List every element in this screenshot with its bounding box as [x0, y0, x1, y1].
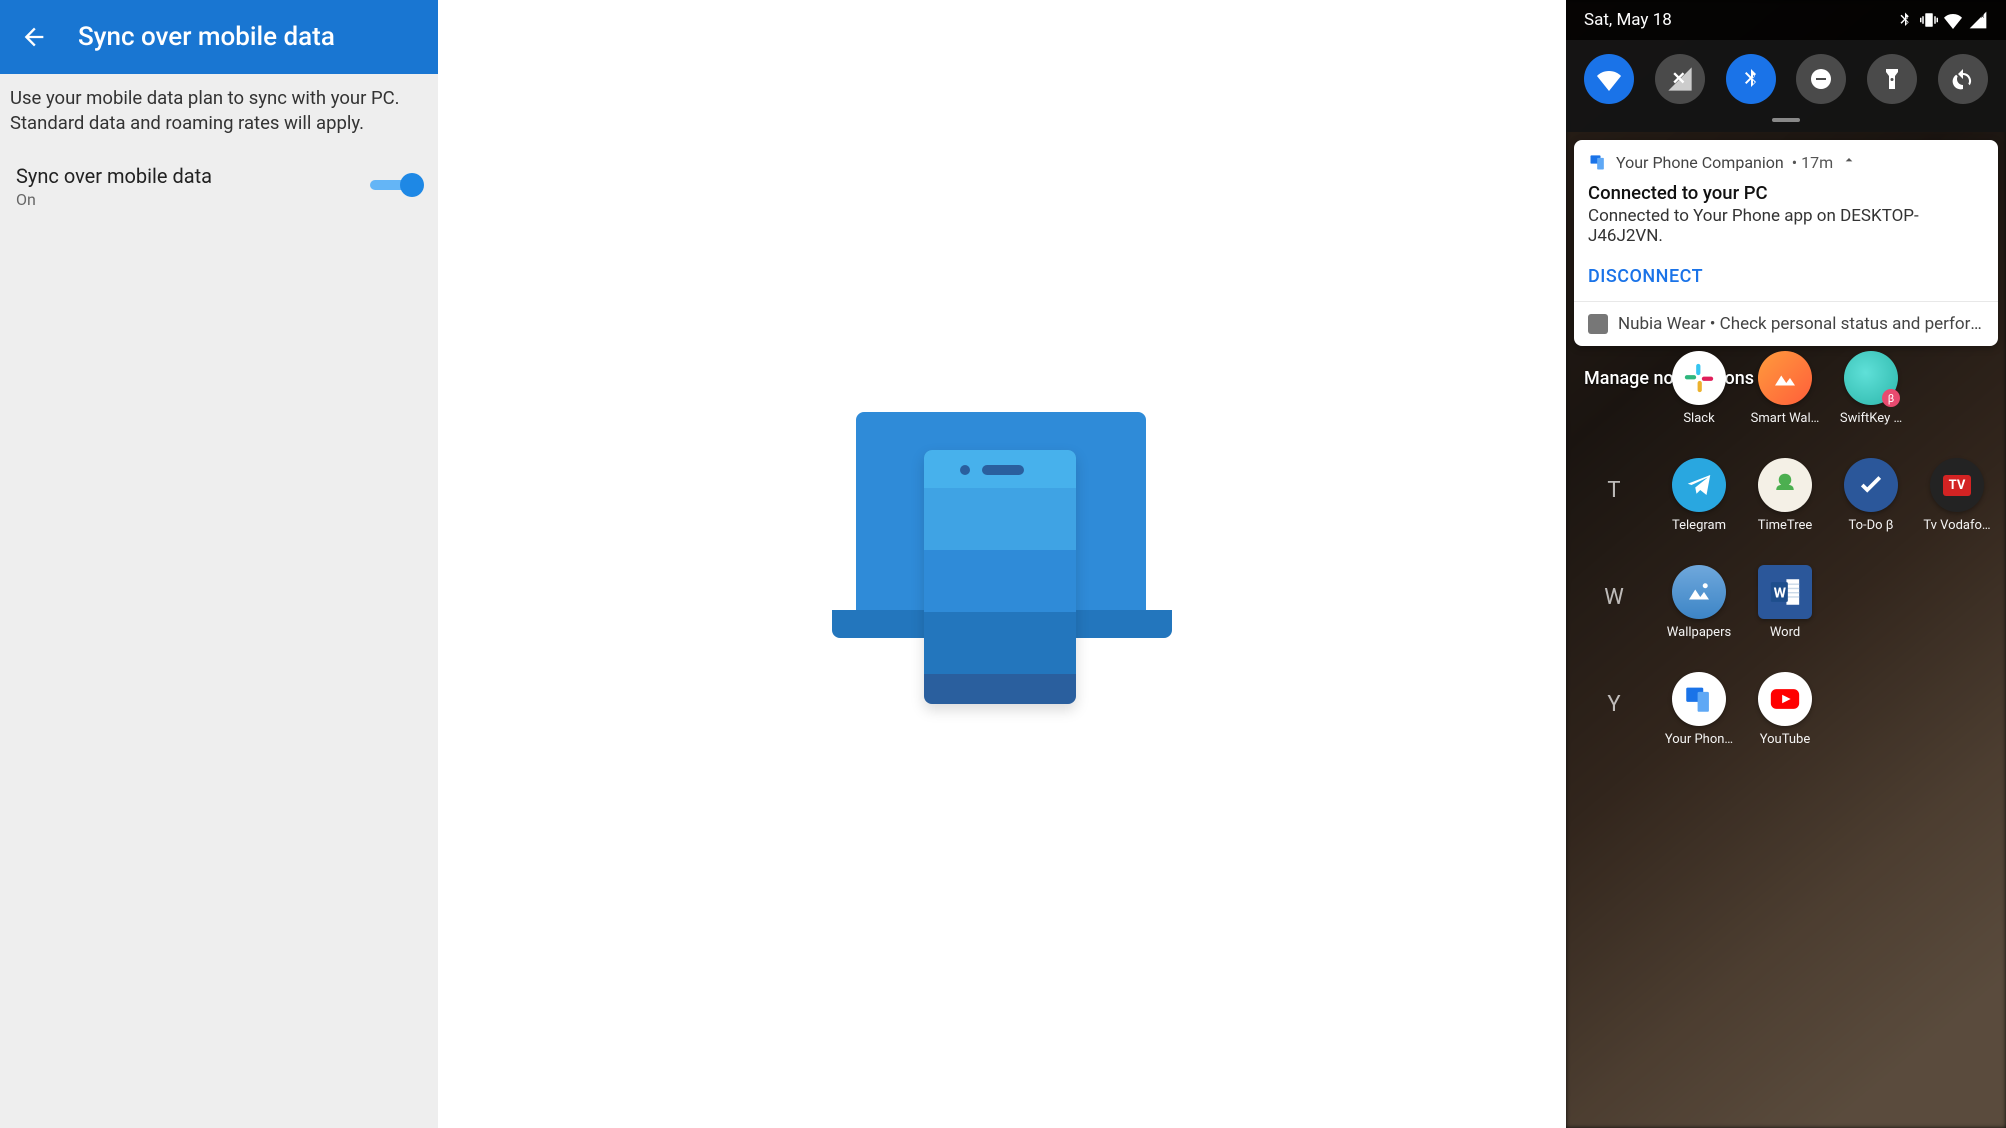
- app-label: YouTube: [1746, 732, 1824, 747]
- youtube-icon: [1758, 672, 1812, 726]
- section-letter: W: [1574, 565, 1654, 640]
- your-phone-icon: [1672, 672, 1726, 726]
- app-label: Your Phon…: [1660, 732, 1738, 747]
- app-todo[interactable]: To-Do β: [1832, 458, 1910, 533]
- bluetooth-icon: [1739, 67, 1763, 91]
- notification-shade: Sat, May 18 ×: [1566, 0, 2006, 1128]
- settings-panel: Sync over mobile data Use your mobile da…: [0, 0, 438, 1128]
- app-slack[interactable]: Slack: [1660, 351, 1738, 426]
- svg-text:×: ×: [1981, 11, 1985, 20]
- app-word[interactable]: W Word: [1746, 565, 1824, 640]
- nubia-wear-icon: [1588, 314, 1608, 334]
- wallpapers-icon: [1672, 565, 1726, 619]
- app-label: Wallpapers: [1660, 625, 1738, 640]
- back-button[interactable]: [16, 19, 52, 55]
- qs-dnd[interactable]: [1796, 54, 1846, 104]
- section-letter: [1574, 351, 1654, 426]
- hero-area: [438, 0, 1566, 1128]
- wifi-icon: [1597, 67, 1621, 91]
- app-label: SwiftKey …: [1832, 411, 1910, 426]
- app-timetree[interactable]: TimeTree: [1746, 458, 1824, 533]
- page-title: Sync over mobile data: [78, 22, 335, 52]
- notification-time: 17m: [1792, 153, 1833, 172]
- todo-icon: [1844, 458, 1898, 512]
- app-youtube[interactable]: YouTube: [1746, 672, 1824, 747]
- rotate-icon: [1951, 67, 1975, 91]
- section-letter: T: [1574, 458, 1654, 533]
- qs-bluetooth[interactable]: [1726, 54, 1776, 104]
- app-drawer[interactable]: Slack Smart Wal… SwiftKey … T Telegram: [1566, 351, 2006, 759]
- qs-expand-handle[interactable]: [1772, 118, 1800, 122]
- flashlight-icon: [1880, 67, 1904, 91]
- vibrate-icon: [1920, 11, 1938, 29]
- app-swiftkey[interactable]: SwiftKey …: [1832, 351, 1910, 426]
- setting-state: On: [16, 190, 212, 209]
- word-icon: W: [1758, 565, 1812, 619]
- status-icons: ×: [1896, 10, 1988, 30]
- sync-toggle[interactable]: [370, 174, 422, 198]
- svg-text:W: W: [1774, 586, 1787, 602]
- bluetooth-icon: [1896, 11, 1914, 29]
- qs-flashlight[interactable]: [1867, 54, 1917, 104]
- app-label: Smart Wal…: [1746, 411, 1824, 426]
- chevron-up-icon[interactable]: [1841, 152, 1857, 172]
- notification-title: Connected to your PC: [1588, 182, 1984, 204]
- app-label: TimeTree: [1746, 518, 1824, 533]
- wifi-icon: [1944, 11, 1962, 29]
- notification2-app: Nubia Wear: [1618, 314, 1706, 334]
- phone-laptop-icon: [832, 404, 1172, 724]
- app-tv-vodafone[interactable]: Tv Vodafo…: [1918, 458, 1996, 533]
- sync-mobile-data-row[interactable]: Sync over mobile data On: [0, 146, 438, 227]
- slack-icon: [1672, 351, 1726, 405]
- status-bar: Sat, May 18 ×: [1566, 0, 2006, 40]
- tv-vodafone-icon: [1930, 458, 1984, 512]
- status-date: Sat, May 18: [1584, 10, 1672, 30]
- notification-text: Connected to Your Phone app on DESKTOP-J…: [1588, 206, 1984, 246]
- timetree-icon: [1758, 458, 1812, 512]
- app-label: Tv Vodafo…: [1918, 518, 1996, 533]
- arrow-back-icon: [20, 23, 48, 51]
- telegram-icon: [1672, 458, 1726, 512]
- notification2-text: Check personal status and perform settin…: [1720, 314, 1984, 334]
- settings-description: Use your mobile data plan to sync with y…: [0, 74, 438, 146]
- app-smart-wallpaper[interactable]: Smart Wal…: [1746, 351, 1824, 426]
- notification-collapsed[interactable]: Nubia Wear • Check personal status and p…: [1574, 302, 1998, 346]
- app-telegram[interactable]: Telegram: [1660, 458, 1738, 533]
- app-wallpapers[interactable]: Wallpapers: [1660, 565, 1738, 640]
- signal-icon: ×: [1968, 10, 1988, 30]
- setting-label: Sync over mobile data: [16, 164, 212, 188]
- qs-rotate[interactable]: [1938, 54, 1988, 104]
- section-letter: Y: [1574, 672, 1654, 747]
- settings-header: Sync over mobile data: [0, 0, 438, 74]
- smart-wallpaper-icon: [1758, 351, 1812, 405]
- app-your-phone[interactable]: Your Phon…: [1660, 672, 1738, 747]
- app-label: Telegram: [1660, 518, 1738, 533]
- swiftkey-icon: [1844, 351, 1898, 405]
- your-phone-app-icon: [1588, 152, 1608, 172]
- signal-off-icon: [1666, 65, 1694, 93]
- dnd-icon: [1809, 67, 1833, 91]
- qs-cellular[interactable]: [1655, 54, 1705, 104]
- notification-card[interactable]: Your Phone Companion 17m Connected to yo…: [1574, 140, 1998, 346]
- notification-app-name: Your Phone Companion: [1616, 153, 1784, 172]
- app-label: Slack: [1660, 411, 1738, 426]
- app-label: To-Do β: [1832, 518, 1910, 533]
- app-label: Word: [1746, 625, 1824, 640]
- qs-wifi[interactable]: [1584, 54, 1634, 104]
- disconnect-button[interactable]: DISCONNECT: [1574, 256, 1998, 302]
- notification-header[interactable]: Your Phone Companion 17m: [1574, 140, 1998, 178]
- quick-settings: [1566, 40, 2006, 132]
